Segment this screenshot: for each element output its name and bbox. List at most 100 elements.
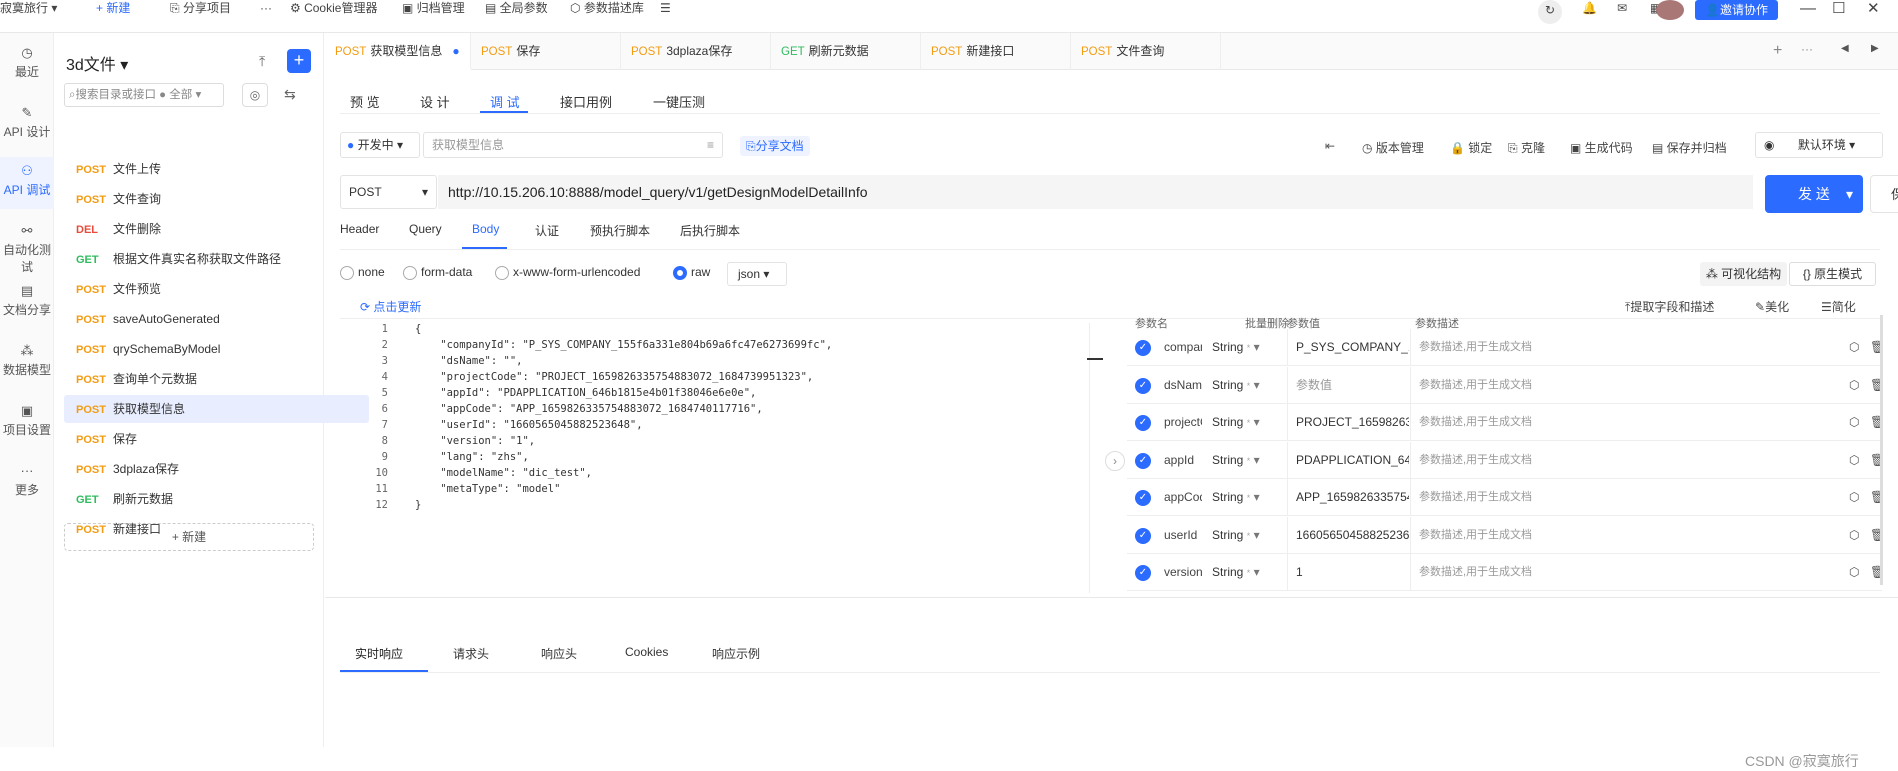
add-button[interactable]: +: [287, 49, 311, 73]
sort-icon[interactable]: ⇆: [284, 86, 296, 103]
api-tab[interactable]: POST 获取模型信息 ●: [325, 33, 471, 70]
rail-api-debug[interactable]: ⚇ API 调试: [0, 157, 54, 209]
cube-icon[interactable]: ⬡: [1849, 404, 1859, 441]
cube-icon[interactable]: ⬡: [1849, 479, 1859, 516]
param-value[interactable]: APP_16598263357548: [1287, 479, 1409, 516]
sidebar-api-item[interactable]: POST 保存: [64, 425, 369, 453]
subtab-stress[interactable]: 一键压测: [653, 92, 705, 111]
status-select[interactable]: ● 开发中 ▾: [340, 132, 420, 158]
params-scrollbar[interactable]: [1880, 315, 1883, 585]
param-name[interactable]: version: [1164, 554, 1202, 591]
tab-header[interactable]: Header: [340, 222, 379, 236]
api-tab[interactable]: GET 刷新元数据: [771, 33, 921, 70]
code-line[interactable]: "dsName": "",: [415, 355, 522, 367]
sidebar-api-item[interactable]: GET 刷新元数据: [64, 485, 369, 513]
param-type[interactable]: String * ▾: [1212, 329, 1272, 366]
radio-urlencoded[interactable]: x-www-form-urlencoded: [495, 265, 640, 280]
code-line[interactable]: "userId": "1660565045882523648",: [415, 419, 642, 431]
param-lib-button[interactable]: ⬡ 参数描述库: [570, 0, 644, 17]
api-tab[interactable]: POST 文件查询: [1071, 33, 1221, 70]
check-icon[interactable]: ✓: [1135, 565, 1151, 581]
resp-tab-resp-headers[interactable]: 响应头: [541, 645, 577, 662]
param-desc[interactable]: 参数描述,用于生成文档: [1410, 441, 1710, 479]
code-line[interactable]: "version": "1",: [415, 435, 535, 447]
param-name[interactable]: appId: [1164, 442, 1202, 479]
code-line[interactable]: "appCode": "APP_1659826335754883072_1684…: [415, 403, 762, 415]
subtab-design[interactable]: 设 计: [420, 92, 450, 111]
subtab-preview[interactable]: 预 览: [350, 92, 380, 111]
tab-prev-icon[interactable]: ◀: [1841, 43, 1849, 54]
maximize-icon[interactable]: ☐: [1832, 0, 1845, 17]
sidebar-api-item[interactable]: POST 获取模型信息: [64, 395, 369, 423]
api-tab[interactable]: POST 3dplaza保存: [621, 33, 771, 70]
gen-code-button[interactable]: ▣ 生成代码: [1570, 139, 1633, 156]
param-value[interactable]: 参数值: [1287, 366, 1409, 404]
param-type[interactable]: String * ▾: [1212, 517, 1272, 554]
split-toggle-icon[interactable]: ›: [1105, 451, 1125, 471]
tab-more-icon[interactable]: ···: [1801, 42, 1813, 56]
cube-icon[interactable]: ⬡: [1849, 329, 1859, 366]
tab-next-icon[interactable]: ▶: [1871, 43, 1879, 54]
cube-icon[interactable]: ⬡: [1849, 517, 1859, 554]
bell-icon[interactable]: 🔔: [1582, 0, 1597, 17]
check-icon[interactable]: ✓: [1135, 452, 1151, 469]
close-icon[interactable]: ✕: [1867, 0, 1880, 17]
code-line[interactable]: "lang": "zhs",: [415, 451, 529, 463]
api-tab[interactable]: POST 保存: [471, 33, 621, 70]
add-tab-icon[interactable]: +: [1773, 42, 1782, 60]
tab-pre-script[interactable]: 预执行脚本: [590, 222, 650, 239]
resp-tab-live[interactable]: 实时响应: [355, 645, 403, 662]
url-input[interactable]: http://10.15.206.10:8888/model_query/v1/…: [438, 175, 1753, 209]
api-tab[interactable]: POST 新建接口: [921, 33, 1071, 70]
more-menu-button[interactable]: ···: [260, 0, 272, 17]
format-select[interactable]: json ▾: [727, 262, 787, 286]
tab-auth[interactable]: 认证: [535, 222, 559, 239]
chat-icon[interactable]: ✉: [1617, 0, 1627, 17]
invite-button[interactable]: 👤邀请协作: [1695, 0, 1778, 20]
resp-tab-req-headers[interactable]: 请求头: [453, 645, 489, 662]
version-button[interactable]: ◷ 版本管理: [1362, 139, 1424, 156]
refresh-button[interactable]: ⟳ 点击更新: [360, 298, 421, 315]
sidebar-api-item[interactable]: POST 文件上传: [64, 155, 369, 183]
rail-api-design[interactable]: ✎ API 设计: [0, 105, 54, 140]
tab-body[interactable]: Body: [472, 222, 499, 236]
check-icon[interactable]: ✓: [1135, 340, 1151, 356]
rail-more[interactable]: ··· 更多: [0, 463, 54, 498]
cube-icon[interactable]: ⬡: [1849, 442, 1859, 479]
code-line[interactable]: "projectCode": "PROJECT_1659826335754883…: [415, 371, 813, 383]
new-button[interactable]: + 新建: [96, 0, 130, 17]
subtab-cases[interactable]: 接口用例: [560, 92, 612, 111]
cube-icon[interactable]: ⬡: [1849, 367, 1859, 404]
param-desc[interactable]: 参数描述,用于生成文档: [1410, 554, 1710, 591]
code-line[interactable]: "metaType": "model": [415, 483, 560, 495]
send-button[interactable]: 发 送 ▾: [1765, 175, 1863, 213]
code-line[interactable]: "appId": "PDAPPLICATION_646b1815e4b01f38…: [415, 387, 756, 399]
sidebar-new-button[interactable]: + 新建: [64, 523, 314, 551]
extract-button[interactable]: ⤒提取字段和描述: [1625, 298, 1714, 315]
param-value[interactable]: PROJECT_1659826335: [1287, 404, 1409, 441]
cube-icon[interactable]: ⬡: [1849, 554, 1859, 591]
sidebar-api-item[interactable]: POST 文件查询: [64, 185, 369, 213]
param-name[interactable]: userId: [1164, 517, 1202, 554]
project-name[interactable]: 3d文件 ▾: [66, 51, 128, 75]
param-type[interactable]: String * ▾: [1212, 554, 1272, 591]
cookie-manager-button[interactable]: ⚙ Cookie管理器: [290, 0, 377, 17]
search-input[interactable]: ⌕搜索目录或接口 ● 全部 ▾: [64, 83, 224, 107]
env-select[interactable]: ◉ 默认环境 ▾: [1755, 132, 1883, 158]
rail-doc-share[interactable]: ▤ 文档分享: [0, 283, 54, 318]
param-name[interactable]: appCode: [1164, 479, 1202, 516]
sidebar-api-item[interactable]: POST saveAutoGenerated: [64, 305, 369, 333]
subtab-debug[interactable]: 调 试: [490, 92, 520, 111]
param-desc[interactable]: 参数描述,用于生成文档: [1410, 404, 1710, 441]
clone-button[interactable]: ⎘ 克隆: [1508, 139, 1545, 156]
code-editor[interactable]: 1 {2 "companyId": "P_SYS_COMPANY_155f6a33…: [340, 323, 1090, 593]
code-line[interactable]: "companyId": "P_SYS_COMPANY_155f6a331e80…: [415, 339, 832, 351]
radio-raw[interactable]: raw: [673, 265, 710, 280]
rail-recent[interactable]: ◷ 最近: [0, 45, 54, 80]
simplify-button[interactable]: ☰简化: [1821, 298, 1856, 315]
code-line[interactable]: "modelName": "dic_test",: [415, 467, 592, 479]
tab-query[interactable]: Query: [409, 222, 442, 236]
param-type[interactable]: String * ▾: [1212, 479, 1272, 516]
param-type[interactable]: String * ▾: [1212, 404, 1272, 441]
sidebar-api-item[interactable]: POST qrySchemaByModel: [64, 335, 369, 363]
